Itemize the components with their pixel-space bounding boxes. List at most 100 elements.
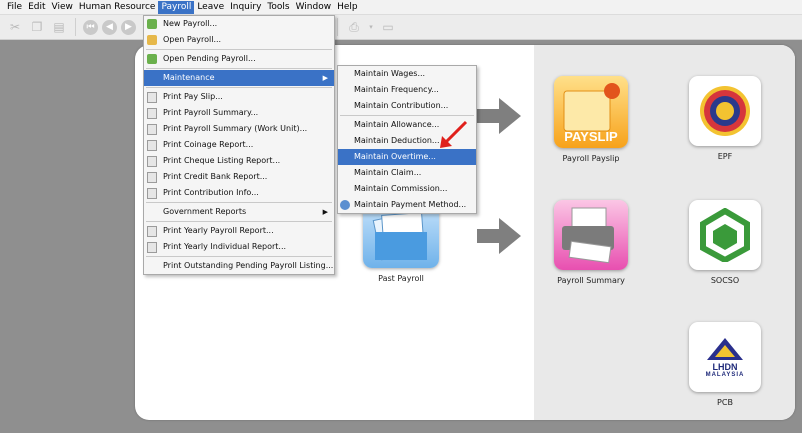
document-icon xyxy=(147,242,157,253)
copy-icon[interactable]: ❐ xyxy=(28,18,46,36)
socso-label: SOCSO xyxy=(710,276,740,285)
export-icon[interactable]: ▭ xyxy=(379,18,397,36)
document-icon xyxy=(147,92,157,103)
print-dropdown-icon[interactable]: ▾ xyxy=(367,18,375,36)
menu-item-label: Print Payroll Summary (Work Unit)... xyxy=(163,124,308,133)
payslip-icon: PAYSLIP xyxy=(554,76,628,148)
pcb-tile[interactable]: LHDN MALAYSIA PCB xyxy=(679,322,771,407)
payroll-payslip-label: Payroll Payslip xyxy=(562,154,620,163)
menu-file[interactable]: File xyxy=(4,1,25,14)
menu-separator xyxy=(146,87,332,88)
menu-payroll[interactable]: Payroll xyxy=(158,0,195,14)
menu-view[interactable]: View xyxy=(49,1,76,14)
payment-method-icon xyxy=(340,200,350,210)
menu-edit[interactable]: Edit xyxy=(25,1,48,14)
cut-icon[interactable]: ✂ xyxy=(6,18,24,36)
payroll-menu: New Payroll... Open Payroll... Open Pend… xyxy=(143,15,335,275)
payroll-payslip-tile[interactable]: PAYSLIP Payroll Payslip xyxy=(545,76,637,163)
menu-separator xyxy=(146,68,332,69)
menu-item-print-credit-bank[interactable]: Print Credit Bank Report... xyxy=(144,169,334,185)
arrow-right-icon xyxy=(477,218,521,254)
lhdn-text: LHDN xyxy=(712,362,738,372)
document-icon xyxy=(147,188,157,199)
submenu-arrow-icon: ▶ xyxy=(322,208,328,216)
arrow-right-icon xyxy=(477,98,521,134)
menu-item-maintain-contribution[interactable]: Maintain Contribution... xyxy=(338,98,476,114)
menu-item-print-cheque-listing[interactable]: Print Cheque Listing Report... xyxy=(144,153,334,169)
menu-item-label: Maintain Contribution... xyxy=(354,101,449,110)
menu-tools[interactable]: Tools xyxy=(264,1,292,14)
paste-icon[interactable]: ▤ xyxy=(50,18,68,36)
menu-human-resource[interactable]: Human Resource xyxy=(76,1,159,14)
menu-item-print-pay-slip[interactable]: Print Pay Slip... xyxy=(144,89,334,105)
menu-item-print-outstanding-pending[interactable]: Print Outstanding Pending Payroll Listin… xyxy=(144,258,334,274)
next-record-icon[interactable]: ▶ xyxy=(121,19,136,35)
epf-logo-icon xyxy=(689,76,761,146)
menu-item-open-pending-payroll[interactable]: Open Pending Payroll... xyxy=(144,51,334,67)
menu-item-label: Print Coinage Report... xyxy=(163,140,254,149)
menu-item-maintain-frequency[interactable]: Maintain Frequency... xyxy=(338,82,476,98)
print-icon[interactable]: ⎙ xyxy=(345,18,363,36)
document-icon xyxy=(147,108,157,119)
menu-item-label: Maintain Wages... xyxy=(354,69,426,78)
menu-item-print-payroll-summary[interactable]: Print Payroll Summary... xyxy=(144,105,334,121)
menu-help[interactable]: Help xyxy=(334,1,361,14)
menu-item-label: Maintain Claim... xyxy=(354,168,422,177)
menu-item-label: New Payroll... xyxy=(163,19,218,28)
menu-item-label: Maintenance xyxy=(163,73,215,82)
payroll-summary-tile[interactable]: Payroll Summary xyxy=(545,200,637,285)
menu-item-label: Maintain Overtime... xyxy=(354,152,436,161)
menu-item-label: Open Pending Payroll... xyxy=(163,54,256,63)
pending-payroll-icon xyxy=(147,54,157,64)
toolbar: ✂ ❐ ▤ ⏮ ◀ ▶ ⎙ ▾ ▭ xyxy=(0,15,802,40)
pcb-label: PCB xyxy=(717,398,733,407)
menu-item-label: Print Yearly Payroll Report... xyxy=(163,226,274,235)
menu-item-print-contribution-info[interactable]: Print Contribution Info... xyxy=(144,185,334,201)
menu-item-maintenance[interactable]: Maintenance ▶ xyxy=(144,70,334,86)
menu-item-label: Print Payroll Summary... xyxy=(163,108,259,117)
menu-item-maintain-wages[interactable]: Maintain Wages... xyxy=(338,66,476,82)
lhdn-logo-icon: LHDN MALAYSIA xyxy=(689,322,761,392)
epf-label: EPF xyxy=(717,152,733,161)
submenu-arrow-icon: ▶ xyxy=(322,74,328,82)
menu-item-label: Print Pay Slip... xyxy=(163,92,223,101)
open-folder-icon xyxy=(147,35,157,45)
menu-item-label: Print Credit Bank Report... xyxy=(163,172,268,181)
menu-item-label: Print Contribution Info... xyxy=(163,188,259,197)
first-record-icon[interactable]: ⏮ xyxy=(83,19,98,35)
epf-tile[interactable]: EPF xyxy=(679,76,771,161)
menu-item-maintain-claim[interactable]: Maintain Claim... xyxy=(338,165,476,181)
menu-window[interactable]: Window xyxy=(293,1,335,14)
menu-separator xyxy=(146,256,332,257)
new-payroll-icon xyxy=(147,19,157,29)
previous-record-icon[interactable]: ◀ xyxy=(102,19,117,35)
menu-item-print-yearly-individual[interactable]: Print Yearly Individual Report... xyxy=(144,239,334,255)
document-icon xyxy=(147,172,157,183)
annotation-arrow-icon xyxy=(440,120,468,148)
document-icon xyxy=(147,156,157,167)
menu-item-maintain-payment-method[interactable]: Maintain Payment Method... xyxy=(338,197,476,213)
printer-icon xyxy=(554,200,628,270)
menu-separator xyxy=(146,221,332,222)
menu-item-print-coinage-report[interactable]: Print Coinage Report... xyxy=(144,137,334,153)
payroll-summary-label: Payroll Summary xyxy=(557,276,625,285)
menu-bar: File Edit View Human Resource Payroll Le… xyxy=(0,0,802,15)
socso-tile[interactable]: SOCSO xyxy=(679,200,771,285)
menu-separator xyxy=(340,115,474,116)
menu-item-new-payroll[interactable]: New Payroll... xyxy=(144,16,334,32)
lhdn-malaysia-text: MALAYSIA xyxy=(705,372,745,378)
menu-item-label: Maintain Allowance... xyxy=(354,120,440,129)
menu-item-government-reports[interactable]: Government Reports ▶ xyxy=(144,204,334,220)
menu-leave[interactable]: Leave xyxy=(194,1,227,14)
toolbar-separator xyxy=(75,18,76,36)
menu-item-open-payroll[interactable]: Open Payroll... xyxy=(144,32,334,48)
document-icon xyxy=(147,226,157,237)
past-payroll-label: Past Payroll xyxy=(378,274,424,283)
document-icon xyxy=(147,140,157,151)
menu-item-print-payroll-summary-work-unit[interactable]: Print Payroll Summary (Work Unit)... xyxy=(144,121,334,137)
menu-separator xyxy=(146,202,332,203)
menu-item-print-yearly-payroll[interactable]: Print Yearly Payroll Report... xyxy=(144,223,334,239)
menu-item-label: Government Reports xyxy=(163,207,247,216)
menu-inquiry[interactable]: Inquiry xyxy=(227,1,264,14)
menu-item-maintain-commission[interactable]: Maintain Commission... xyxy=(338,181,476,197)
